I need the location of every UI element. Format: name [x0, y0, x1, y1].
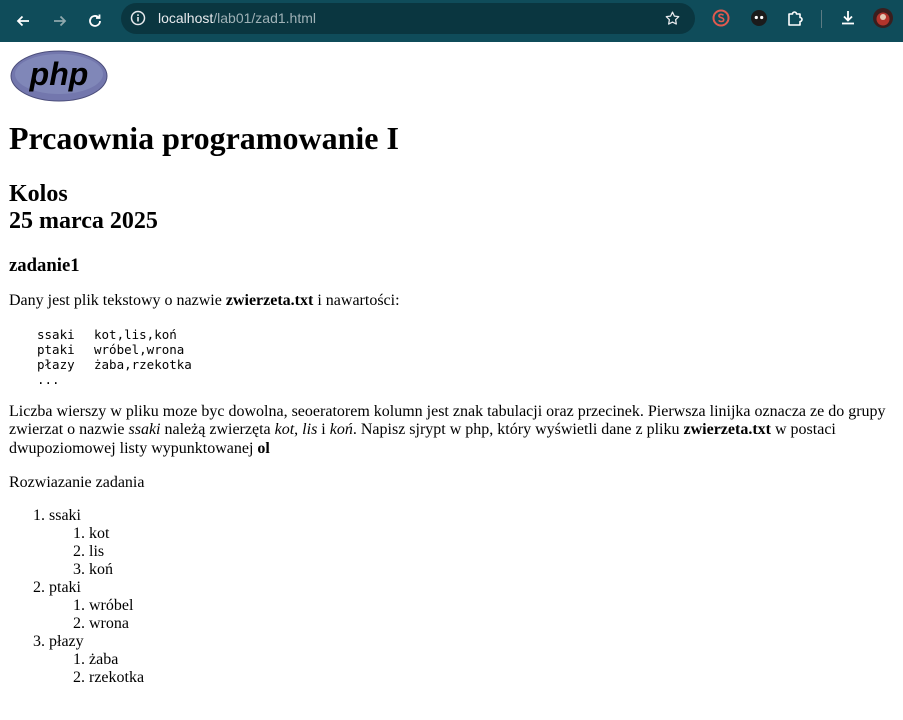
page-subtitle: Kolos 25 marca 2025	[9, 181, 894, 235]
file-row-value: żaba,rzekotka	[94, 356, 192, 372]
page-content: php Prcaownia programowanie I Kolos 25 ma…	[0, 42, 903, 687]
file-row-key: ptaki	[37, 341, 75, 357]
arrow-right-icon	[54, 15, 67, 27]
file-ellipsis: ...	[37, 371, 60, 387]
list-item: ssaki kot lis koń	[49, 507, 894, 579]
url-text[interactable]: localhost/lab01/zad1.html	[158, 10, 316, 26]
file-row: ptaki wróbel,wrona	[37, 342, 894, 357]
nested-list: żaba rzekotka	[49, 651, 894, 687]
extensions-puzzle-icon[interactable]	[785, 8, 805, 28]
desc-term: lis	[302, 421, 318, 439]
desc-term: kot	[274, 421, 295, 439]
file-contents: ssaki kot,lis,koń ptaki wróbel,wrona płazy ża…	[37, 327, 894, 387]
extension-s-icon[interactable]	[711, 8, 731, 28]
back-button[interactable]	[9, 7, 37, 35]
toolbar-divider	[821, 10, 822, 28]
intro-text: Dany jest plik tekstowy o nazwie	[9, 292, 226, 310]
download-icon[interactable]	[838, 8, 858, 28]
list-item: wrona	[89, 615, 894, 633]
file-row-key: płazy	[37, 356, 75, 372]
extension-eyes-icon[interactable]	[749, 8, 769, 28]
solution-label: Rozwiazanie zadania	[9, 474, 145, 492]
intro-filename: zwierzeta.txt	[225, 292, 314, 310]
php-logo-text: php	[29, 56, 89, 92]
list-item: kot	[89, 525, 894, 543]
arrow-left-icon	[16, 15, 29, 27]
desc-term: ssaki	[128, 421, 161, 439]
file-row: płazy żaba,rzekotka	[37, 357, 894, 372]
intro-text-end: i nawartości:	[313, 292, 400, 310]
php-logo: php	[10, 50, 108, 102]
desc-term: koń	[329, 421, 353, 439]
reload-button[interactable]	[81, 7, 109, 35]
file-row-value: kot,lis,koń	[94, 326, 177, 342]
task-heading: zadanie1	[9, 254, 80, 276]
browser-toolbar: localhost/lab01/zad1.html	[0, 0, 903, 42]
subtitle-line-1: Kolos	[9, 180, 68, 207]
file-row-key: ssaki	[37, 326, 75, 342]
file-row-value: wróbel,wrona	[94, 341, 185, 357]
nested-list: wróbel wrona	[49, 597, 894, 633]
list-item: żaba	[89, 651, 894, 669]
list-item: koń	[89, 561, 894, 579]
forward-button[interactable]	[46, 7, 74, 35]
subtitle-line-2: 25 marca 2025	[9, 207, 158, 234]
address-bar[interactable]: localhost/lab01/zad1.html	[121, 3, 695, 34]
site-info-icon[interactable]	[130, 10, 146, 31]
nested-list: kot lis koń	[49, 525, 894, 579]
file-row: ssaki kot,lis,koń	[37, 327, 894, 342]
intro-paragraph: Dany jest plik tekstowy o nazwie zwierze…	[9, 292, 894, 311]
solution-list: ssaki kot lis koń ptaki wróbel wrona pła…	[9, 507, 894, 687]
list-item: płazy żaba rzekotka	[49, 633, 894, 687]
url-host: localhost	[158, 10, 214, 26]
desc-filename: zwierzeta.txt	[683, 421, 771, 439]
task-description: Liczba wierszy w pliku moze byc dowolna,…	[9, 402, 886, 457]
page-title: Prcaownia programowanie I	[9, 120, 399, 156]
list-item: rzekotka	[89, 669, 894, 687]
desc-ol-tag: ol	[257, 439, 270, 457]
profile-avatar[interactable]	[873, 8, 893, 28]
reload-icon	[89, 14, 101, 27]
bookmark-star-icon[interactable]	[664, 10, 681, 32]
list-item: wróbel	[89, 597, 894, 615]
list-item: lis	[89, 543, 894, 561]
url-path: /lab01/zad1.html	[213, 10, 316, 26]
list-item: ptaki wróbel wrona	[49, 579, 894, 633]
